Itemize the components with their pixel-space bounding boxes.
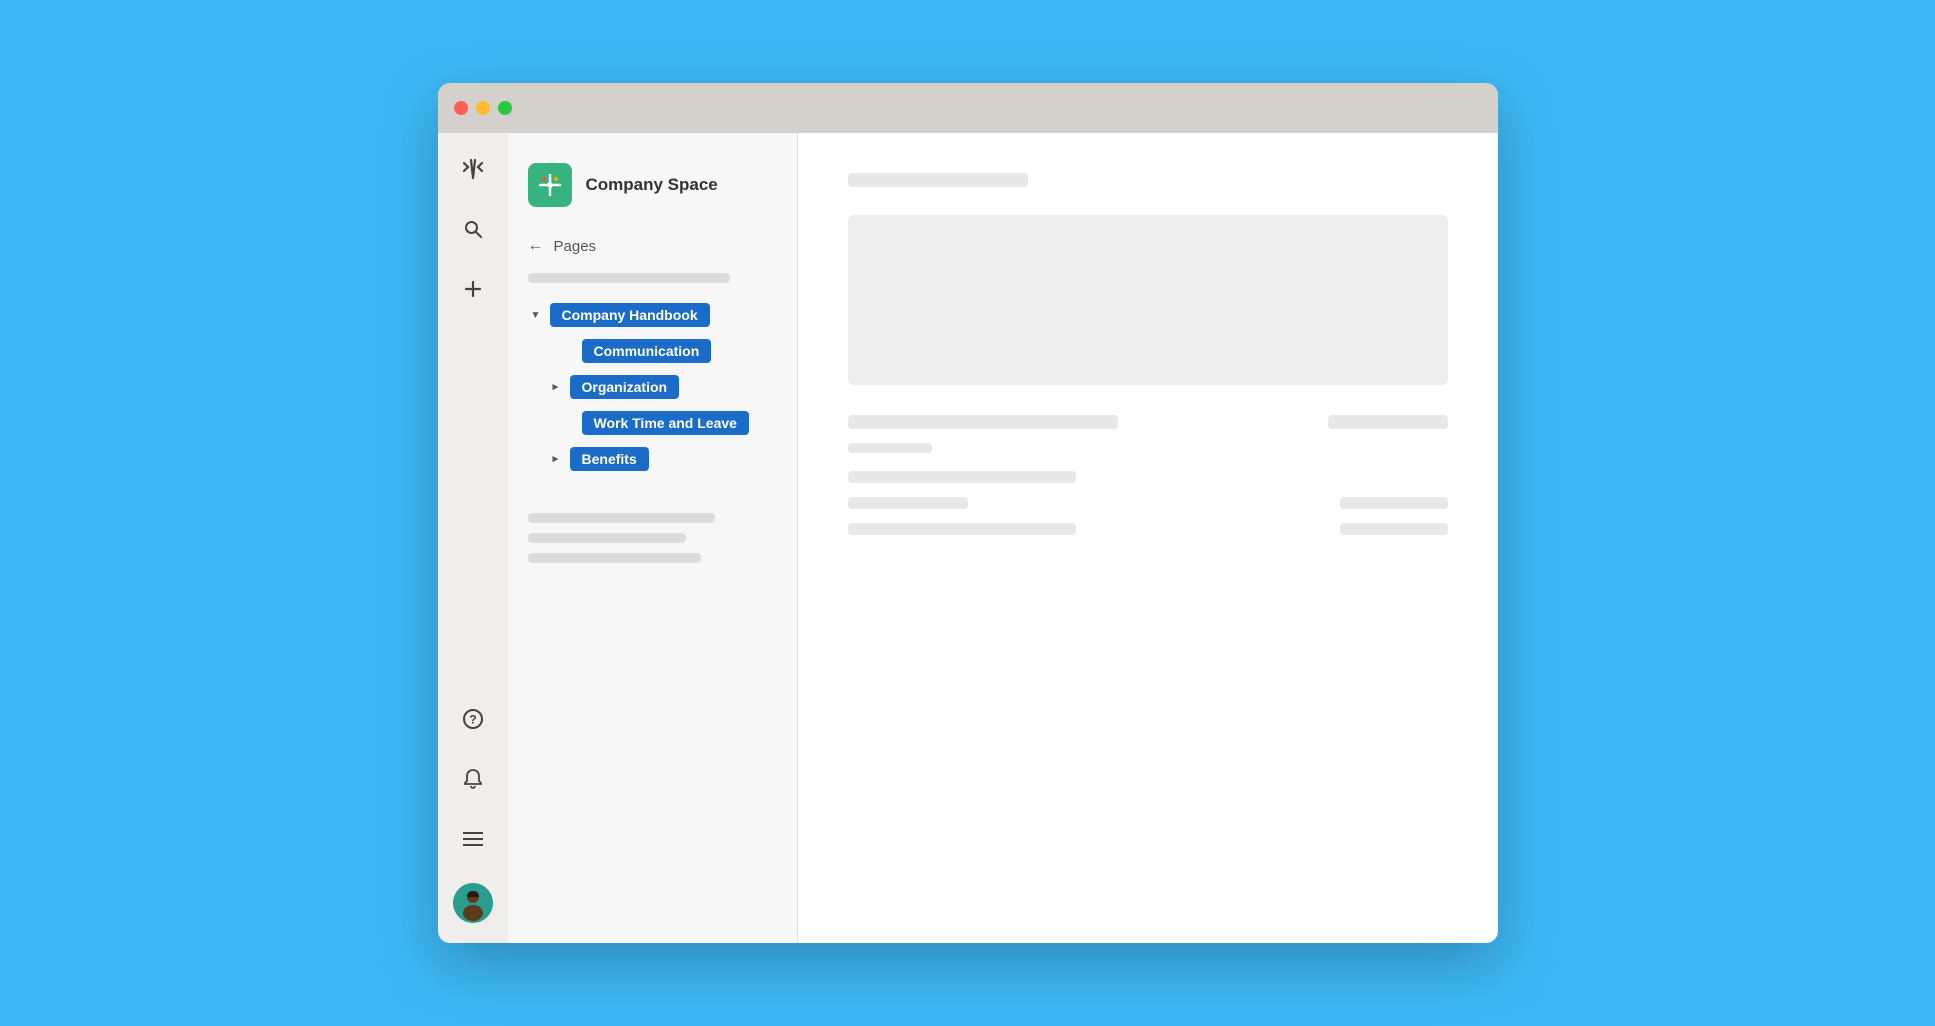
icon-sidebar: ? bbox=[438, 133, 508, 943]
tree-item-worktime[interactable]: Work Time and Leave bbox=[508, 405, 797, 441]
content-skeleton-r3c1 bbox=[848, 523, 1076, 535]
content-skeleton-r3c2 bbox=[1340, 523, 1448, 535]
tree-item-communication[interactable]: Communication bbox=[508, 333, 797, 369]
main-content bbox=[798, 133, 1498, 943]
app-window: ? bbox=[438, 83, 1498, 943]
titlebar bbox=[438, 83, 1498, 133]
tree-item-benefits[interactable]: ► Benefits bbox=[508, 441, 797, 477]
space-logo bbox=[528, 163, 572, 207]
tree-item-handbook[interactable]: ▼ Company Handbook bbox=[508, 297, 797, 333]
content-row-3 bbox=[848, 523, 1448, 535]
space-title: Company Space bbox=[586, 175, 718, 195]
content-skeleton-r2c2 bbox=[1340, 497, 1448, 509]
content-row-1 bbox=[848, 415, 1448, 429]
window-body: ? bbox=[438, 133, 1498, 943]
content-skeleton-r2c1 bbox=[848, 497, 968, 509]
toggle-organization[interactable]: ► bbox=[548, 379, 564, 395]
add-icon[interactable] bbox=[457, 273, 489, 305]
content-hero-block bbox=[848, 215, 1448, 385]
content-row-2 bbox=[848, 497, 1448, 509]
worktime-label: Work Time and Leave bbox=[582, 411, 749, 435]
organization-label: Organization bbox=[570, 375, 680, 399]
content-skeleton-r1c2 bbox=[1328, 415, 1448, 429]
nav-skeleton-1 bbox=[528, 273, 730, 283]
space-header[interactable]: Company Space bbox=[508, 153, 797, 227]
nav-skeleton-4 bbox=[528, 553, 701, 563]
tree-item-organization[interactable]: ► Organization bbox=[508, 369, 797, 405]
toggle-communication bbox=[560, 343, 576, 359]
benefits-label: Benefits bbox=[570, 447, 649, 471]
content-skeleton-small bbox=[848, 443, 932, 453]
communication-label: Communication bbox=[582, 339, 712, 363]
close-button[interactable] bbox=[454, 101, 468, 115]
content-skeleton-r1c1 bbox=[848, 415, 1118, 429]
confluence-logo-icon[interactable] bbox=[457, 153, 489, 185]
nav-panel: Company Space ← Pages ▼ Company Handbook bbox=[508, 133, 798, 943]
toggle-worktime bbox=[560, 415, 576, 431]
nav-skeleton-2 bbox=[528, 513, 716, 523]
pages-nav[interactable]: ← Pages bbox=[508, 227, 797, 265]
tree-section: ▼ Company Handbook Communication ► Organ… bbox=[508, 291, 797, 483]
content-title-skeleton bbox=[848, 173, 1028, 187]
maximize-button[interactable] bbox=[498, 101, 512, 115]
notifications-icon[interactable] bbox=[457, 763, 489, 795]
search-icon[interactable] bbox=[457, 213, 489, 245]
pages-label: Pages bbox=[554, 238, 597, 255]
content-skeleton-medium bbox=[848, 471, 1076, 483]
toggle-benefits[interactable]: ► bbox=[548, 451, 564, 467]
handbook-label: Company Handbook bbox=[550, 303, 710, 327]
help-icon[interactable]: ? bbox=[457, 703, 489, 735]
back-arrow-icon: ← bbox=[528, 237, 544, 255]
menu-icon[interactable] bbox=[457, 823, 489, 855]
toggle-handbook[interactable]: ▼ bbox=[528, 307, 544, 323]
user-avatar[interactable] bbox=[453, 883, 493, 923]
nav-skeleton-3 bbox=[528, 533, 687, 543]
minimize-button[interactable] bbox=[476, 101, 490, 115]
svg-text:?: ? bbox=[469, 713, 476, 727]
